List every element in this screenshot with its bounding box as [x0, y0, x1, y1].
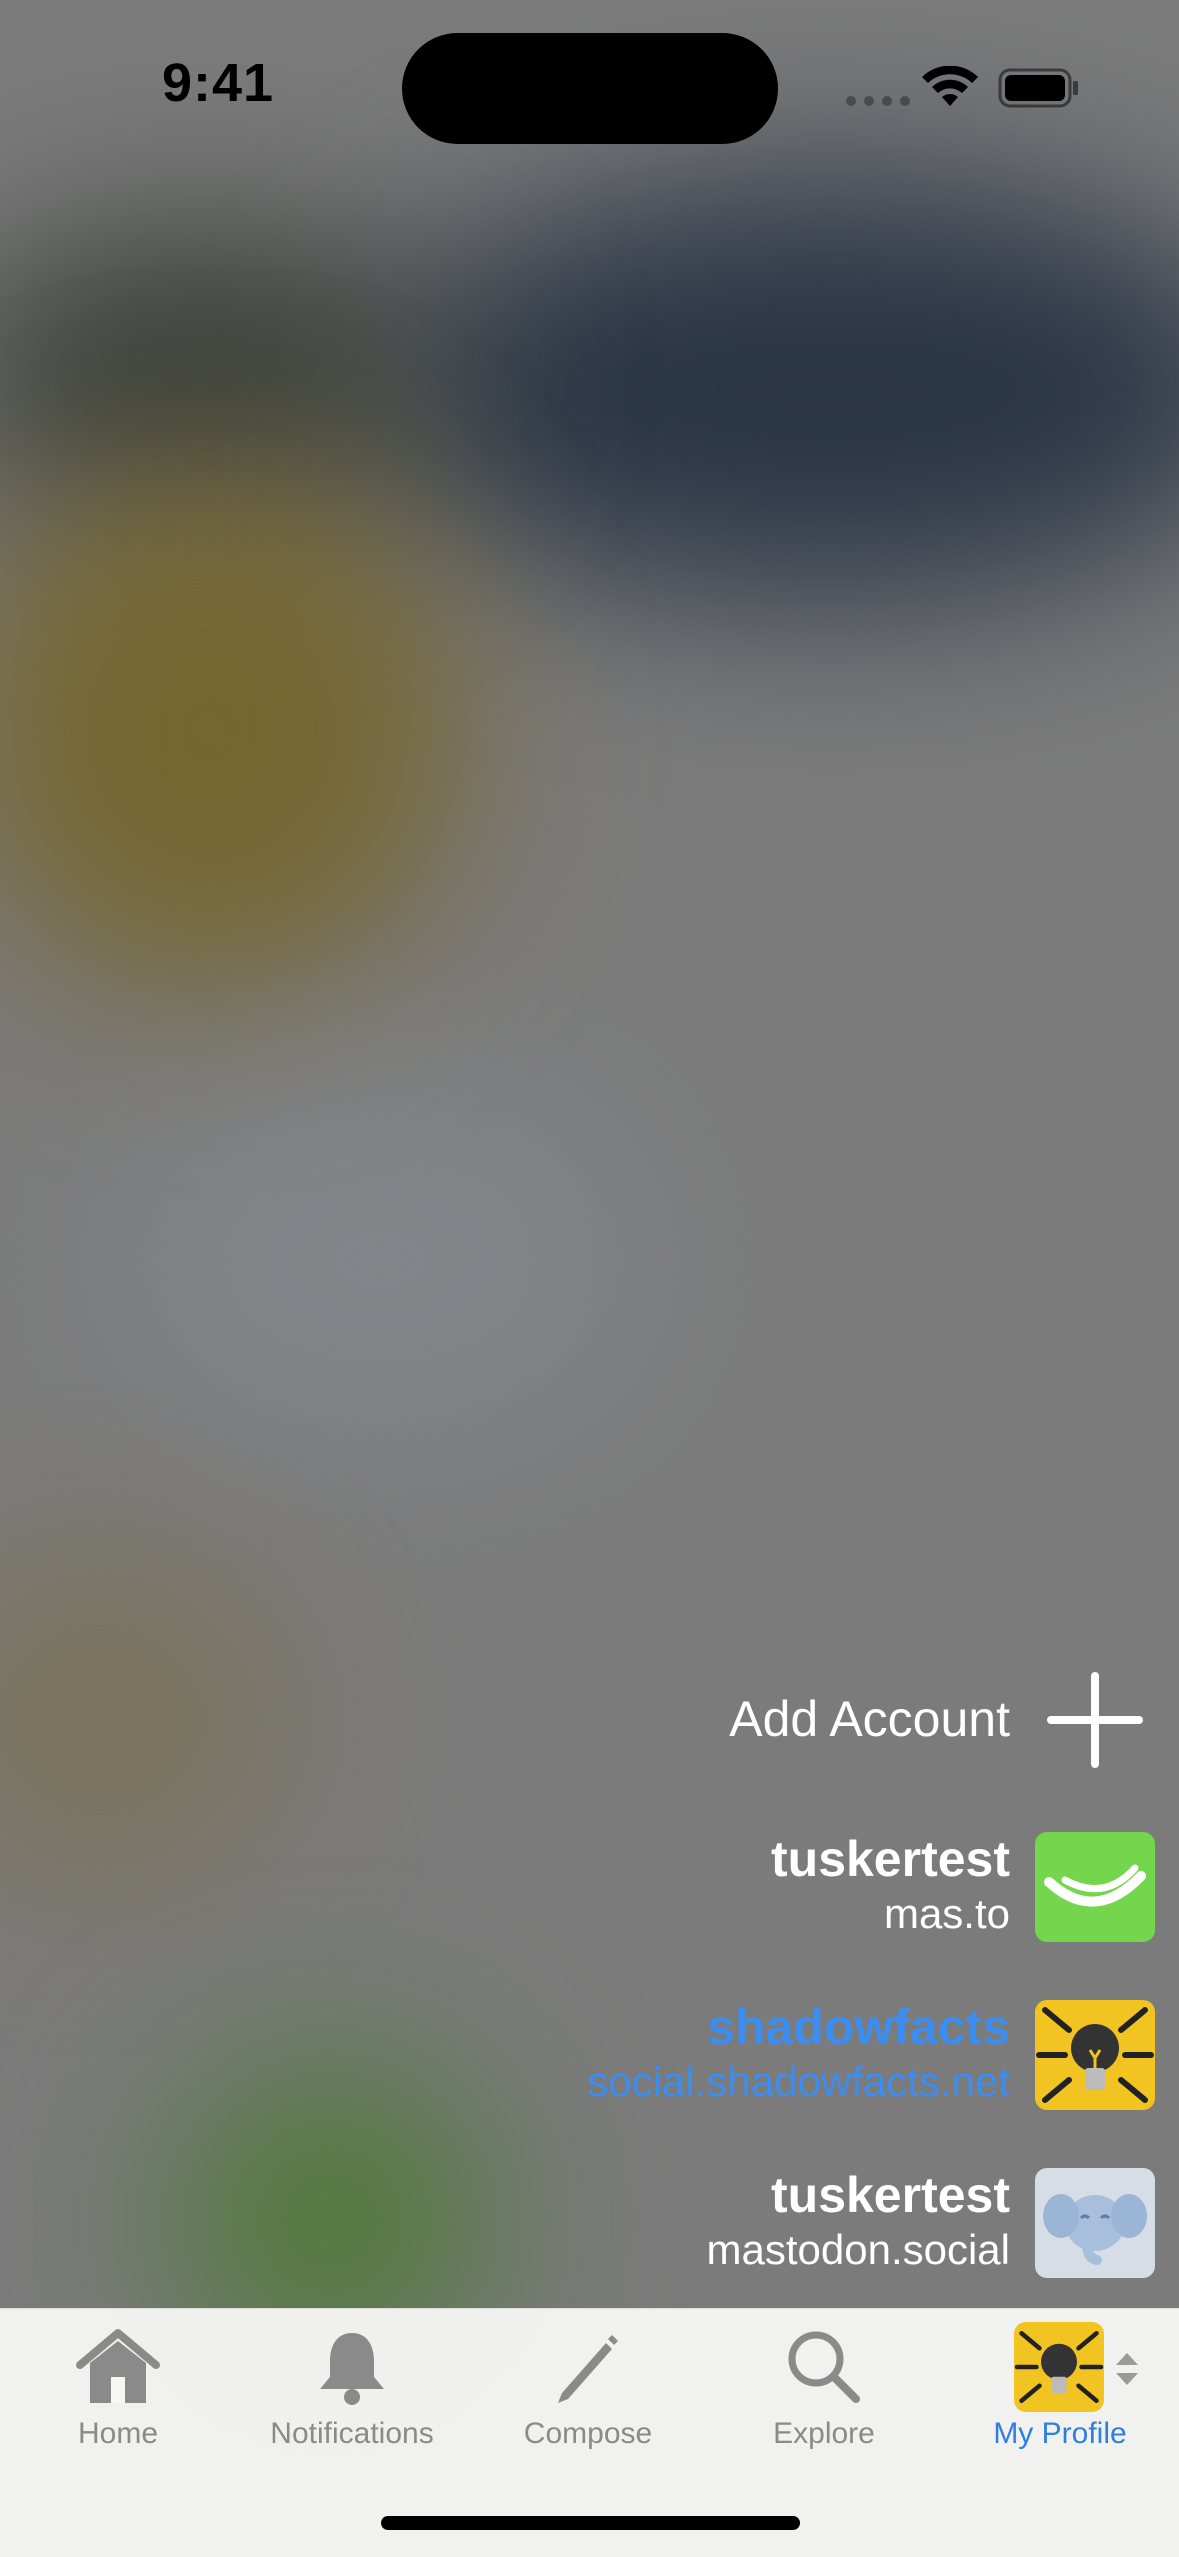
chevron-up-down-icon[interactable] — [1112, 2349, 1142, 2389]
account-instance: mastodon.social — [706, 2226, 1011, 2273]
home-indicator — [381, 2516, 800, 2530]
pencil-icon — [558, 2335, 618, 2403]
tab-home[interactable]: Home — [0, 2309, 236, 2509]
tab-explore[interactable]: Explore — [706, 2309, 942, 2509]
wifi-icon — [922, 66, 978, 106]
account-name: tuskertest — [771, 2167, 1010, 2223]
house-icon — [76, 2329, 160, 2403]
add-account-plus-icon[interactable] — [1047, 1672, 1143, 1768]
tab-notifications[interactable]: Notifications — [234, 2309, 470, 2509]
account-instance: social.shadowfacts.net — [587, 2058, 1010, 2105]
status-time: 9:41 — [162, 53, 275, 113]
magnifying-glass-icon — [788, 2331, 860, 2403]
dynamic-island — [402, 33, 778, 144]
tab-label: Explore — [773, 2417, 875, 2450]
cellular-signal-icon — [846, 96, 910, 106]
bell-icon — [320, 2333, 384, 2405]
profile-tab-avatar[interactable] — [1014, 2322, 1104, 2412]
account-name: tuskertest — [771, 1831, 1010, 1887]
account-row-shadowfacts[interactable]: shadowfacts social.shadowfacts.net — [587, 1998, 1010, 2108]
account-row-tuskertest-mastodon-social[interactable]: tuskertest mastodon.social — [707, 2166, 1011, 2276]
mastodon-elephant-avatar[interactable] — [1035, 2168, 1155, 2278]
account-name: shadowfacts — [707, 1999, 1010, 2055]
add-account-label[interactable]: Add Account — [729, 1690, 1010, 1748]
tab-label: My Profile — [993, 2417, 1127, 2450]
account-instance: mas.to — [883, 1890, 1010, 1937]
battery-icon — [998, 68, 1078, 108]
lightbulb-avatar[interactable] — [1035, 2000, 1155, 2110]
account-row-tuskertest-masto[interactable]: tuskertest mas.to — [771, 1830, 1010, 1940]
green-smile-avatar[interactable] — [1035, 1832, 1155, 1942]
tab-label: Home — [77, 2417, 159, 2450]
tab-label: Compose — [523, 2417, 653, 2450]
tab-label: Notifications — [270, 2417, 434, 2450]
tab-compose[interactable]: Compose — [470, 2309, 706, 2509]
